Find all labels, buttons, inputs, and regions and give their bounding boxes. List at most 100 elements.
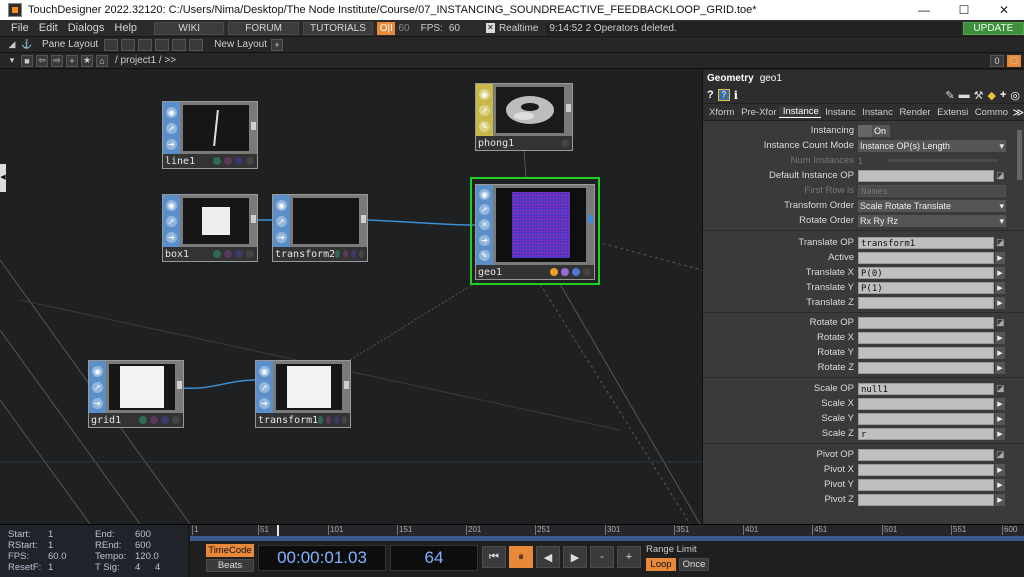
tempo-field[interactable]: 120.0 bbox=[135, 551, 159, 562]
layout-three-icon[interactable] bbox=[155, 38, 170, 51]
pivot-op-field[interactable] bbox=[858, 448, 994, 461]
scale-y-field[interactable] bbox=[858, 412, 994, 425]
add-param-icon[interactable]: + bbox=[1000, 89, 1006, 101]
pick-icon[interactable]: ➚ bbox=[479, 104, 490, 116]
scale-op-field[interactable]: null1 bbox=[858, 382, 994, 395]
settings-icon[interactable]: ◎ bbox=[1010, 89, 1020, 102]
rotate-x-field[interactable] bbox=[858, 331, 994, 344]
rotate-order-menu[interactable]: Rx Ry Rz bbox=[858, 214, 1006, 227]
node-name[interactable]: transform1 bbox=[258, 415, 318, 426]
pane-lock-icon[interactable]: ⚓ bbox=[21, 39, 33, 51]
pivot-z-field[interactable] bbox=[858, 493, 994, 506]
expand-arrow-icon[interactable]: ▶ bbox=[995, 346, 1005, 359]
rstart-field[interactable]: 1 bbox=[48, 540, 53, 551]
active-field[interactable] bbox=[858, 251, 994, 264]
tab-instance[interactable]: Instance bbox=[778, 106, 822, 118]
translate-op-field[interactable]: transform1 bbox=[858, 236, 994, 249]
end-field[interactable]: 600 bbox=[135, 529, 151, 540]
forum-button[interactable]: FORUM bbox=[228, 21, 299, 35]
menu-help[interactable]: Help bbox=[109, 22, 142, 34]
step-forward-button[interactable]: ▶ bbox=[563, 546, 587, 568]
add-layout-button[interactable]: + bbox=[270, 38, 283, 51]
scale-x-field[interactable] bbox=[858, 397, 994, 410]
close-button[interactable]: ✕ bbox=[984, 0, 1024, 20]
rotate-z-field[interactable] bbox=[858, 361, 994, 374]
scale-z-field[interactable]: r bbox=[858, 427, 994, 440]
node-flags[interactable]: ◉ ➚ ➔ bbox=[273, 195, 290, 247]
pick-icon[interactable]: ➚ bbox=[276, 215, 287, 227]
render-icon[interactable]: ✎ bbox=[479, 249, 490, 261]
new-layout-label[interactable]: New Layout bbox=[214, 39, 267, 50]
pick-icon[interactable]: ➚ bbox=[479, 204, 490, 216]
node-line1[interactable]: ◉ ➚ ➔ line1 bbox=[162, 101, 258, 169]
frame-display[interactable]: 64 bbox=[390, 545, 478, 571]
node-flags[interactable]: ◉ ➚ ➔ bbox=[163, 195, 180, 247]
op-name[interactable]: geo1 bbox=[760, 73, 782, 84]
network-editor[interactable]: ◀ ◉ ➚ ➔ line1 ◉ ➚ ➔ box1 ◉ ➚ ➔ transform2 ◉ ➚ ✎ … bbox=[0, 70, 702, 524]
help-icon[interactable]: ? bbox=[707, 89, 714, 101]
forward-icon[interactable]: ⇨ bbox=[51, 54, 63, 67]
home-icon[interactable]: ⌂ bbox=[96, 54, 108, 67]
expand-arrow-icon[interactable]: ▶ bbox=[995, 296, 1005, 309]
stop-icon[interactable]: ■ bbox=[21, 54, 33, 67]
expand-arrow-icon[interactable]: ▶ bbox=[995, 493, 1005, 506]
node-flags[interactable]: ◉ ➚ ✕ ➔ ✎ bbox=[476, 185, 493, 265]
rend-field[interactable]: 600 bbox=[135, 540, 151, 551]
node-grid1[interactable]: ◉ ➚ ➔ grid1 bbox=[88, 360, 184, 428]
edit-icon[interactable]: ✎ bbox=[945, 89, 954, 102]
op-picker-icon[interactable]: ◪ bbox=[996, 170, 1005, 181]
timeline-fps-field[interactable]: 60.0 bbox=[48, 551, 67, 562]
tab-instance-3[interactable]: Instanc bbox=[858, 107, 895, 118]
pane-collapse-arrow[interactable]: ◀ bbox=[0, 164, 6, 192]
pick-icon[interactable]: ➚ bbox=[92, 381, 103, 393]
node-name[interactable]: geo1 bbox=[478, 267, 550, 278]
pick-icon[interactable]: ➚ bbox=[166, 122, 177, 134]
tutorials-button[interactable]: TUTORIALS bbox=[302, 21, 374, 35]
viewer-icon[interactable]: ◉ bbox=[259, 365, 270, 377]
op-picker-icon[interactable]: ◪ bbox=[996, 383, 1005, 394]
layout-single-icon[interactable] bbox=[104, 38, 119, 51]
back-icon[interactable]: ⇦ bbox=[36, 54, 48, 67]
node-transform2[interactable]: ◉ ➚ ➔ transform2 bbox=[272, 194, 368, 262]
translate-y-field[interactable]: P(1) bbox=[858, 281, 994, 294]
display-icon[interactable]: ➔ bbox=[259, 397, 270, 409]
start-field[interactable]: 1 bbox=[48, 529, 53, 540]
timecode-toggle[interactable]: TimeCode bbox=[206, 544, 254, 557]
viewer-icon[interactable]: ◉ bbox=[479, 88, 490, 100]
wrench-icon[interactable]: ⚒ bbox=[974, 89, 984, 102]
pivot-x-field[interactable] bbox=[858, 463, 994, 476]
python-help-icon[interactable]: ? bbox=[717, 89, 730, 101]
update-button[interactable]: UPDATE bbox=[962, 21, 1024, 35]
tsig-a-field[interactable]: 4 bbox=[135, 562, 140, 573]
add-operator-icon[interactable]: + bbox=[66, 54, 78, 67]
rotate-y-field[interactable] bbox=[858, 346, 994, 359]
node-box1[interactable]: ◉ ➚ ➔ box1 bbox=[162, 194, 258, 262]
node-name[interactable]: phong1 bbox=[478, 138, 561, 149]
param-scrollbar[interactable] bbox=[1017, 130, 1022, 180]
pane-dropdown-icon[interactable]: ▾ bbox=[6, 55, 18, 67]
translate-z-field[interactable] bbox=[858, 296, 994, 309]
layout-split-v-icon[interactable] bbox=[138, 38, 153, 51]
once-toggle[interactable]: Once bbox=[679, 558, 709, 571]
node-flags[interactable]: ◉ ➚ ➔ bbox=[163, 102, 180, 154]
beats-toggle[interactable]: Beats bbox=[206, 559, 254, 572]
node-name[interactable]: grid1 bbox=[91, 415, 139, 426]
menu-edit[interactable]: Edit bbox=[34, 22, 63, 34]
expand-arrow-icon[interactable]: ▶ bbox=[995, 397, 1005, 410]
expand-arrow-icon[interactable]: ▶ bbox=[995, 412, 1005, 425]
layout-four-icon[interactable] bbox=[172, 38, 187, 51]
pane-options-icon[interactable]: ▢ bbox=[1007, 54, 1021, 67]
node-flags[interactable]: ◉ ➚ ➔ bbox=[256, 361, 273, 413]
rotate-op-field[interactable] bbox=[858, 316, 994, 329]
menu-file[interactable]: File bbox=[6, 22, 34, 34]
tab-common[interactable]: Commo bbox=[971, 107, 1011, 118]
timeline-ruler[interactable]: 1 51 101 151 201 251 301 351 401 451 501… bbox=[190, 525, 1024, 541]
node-flags[interactable]: ◉ ➚ ✎ bbox=[476, 84, 493, 136]
maximize-button[interactable]: ☐ bbox=[944, 0, 984, 20]
bypass-icon[interactable]: ✕ bbox=[479, 219, 490, 231]
timecode-display[interactable]: 00:00:01.03 bbox=[258, 545, 386, 571]
expand-arrow-icon[interactable]: ▶ bbox=[995, 331, 1005, 344]
plus-button[interactable]: + bbox=[617, 546, 641, 568]
instancing-toggle[interactable]: On bbox=[858, 124, 890, 137]
viewer-icon[interactable]: ◉ bbox=[479, 189, 490, 201]
